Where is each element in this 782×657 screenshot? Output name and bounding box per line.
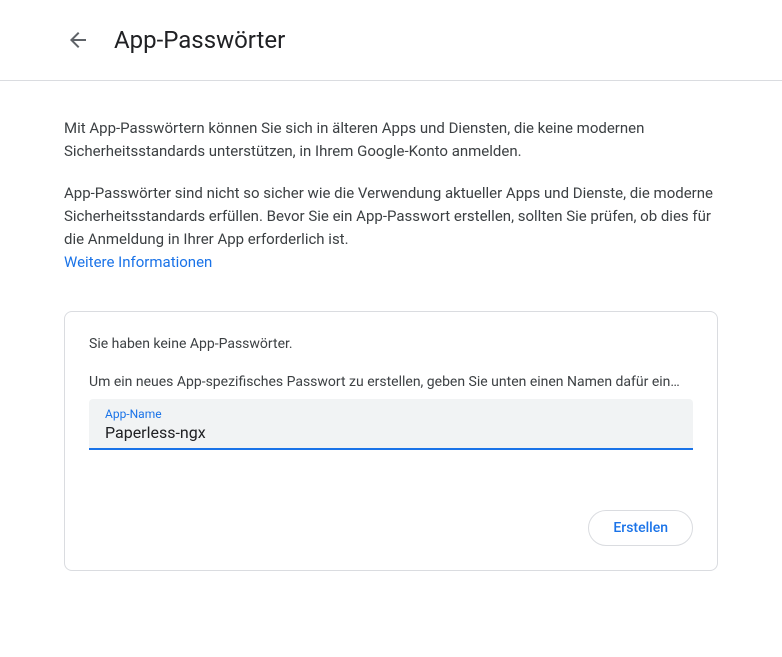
create-button[interactable]: Erstellen xyxy=(588,510,693,546)
card-instruction: Um ein neues App-spezifisches Passwort z… xyxy=(89,372,693,393)
button-row: Erstellen xyxy=(89,510,693,546)
arrow-left-icon xyxy=(66,28,90,52)
back-button[interactable] xyxy=(58,20,98,60)
warning-block: App-Passwörter sind nicht so sicher wie … xyxy=(64,182,718,275)
learn-more-link[interactable]: Weitere Informationen xyxy=(64,251,212,274)
no-passwords-status: Sie haben keine App-Passwörter. xyxy=(89,336,693,352)
main-content: Mit App-Passwörtern können Sie sich in ä… xyxy=(0,81,782,571)
page-header: App-Passwörter xyxy=(0,0,782,81)
app-password-card: Sie haben keine App-Passwörter. Um ein n… xyxy=(64,311,718,571)
app-name-label: App-Name xyxy=(105,407,677,421)
description-text: Mit App-Passwörtern können Sie sich in ä… xyxy=(64,117,718,164)
app-name-input-wrapper[interactable]: App-Name xyxy=(89,399,693,450)
app-name-input[interactable] xyxy=(105,423,677,442)
page-title: App-Passwörter xyxy=(114,26,285,54)
warning-text: App-Passwörter sind nicht so sicher wie … xyxy=(64,182,718,252)
